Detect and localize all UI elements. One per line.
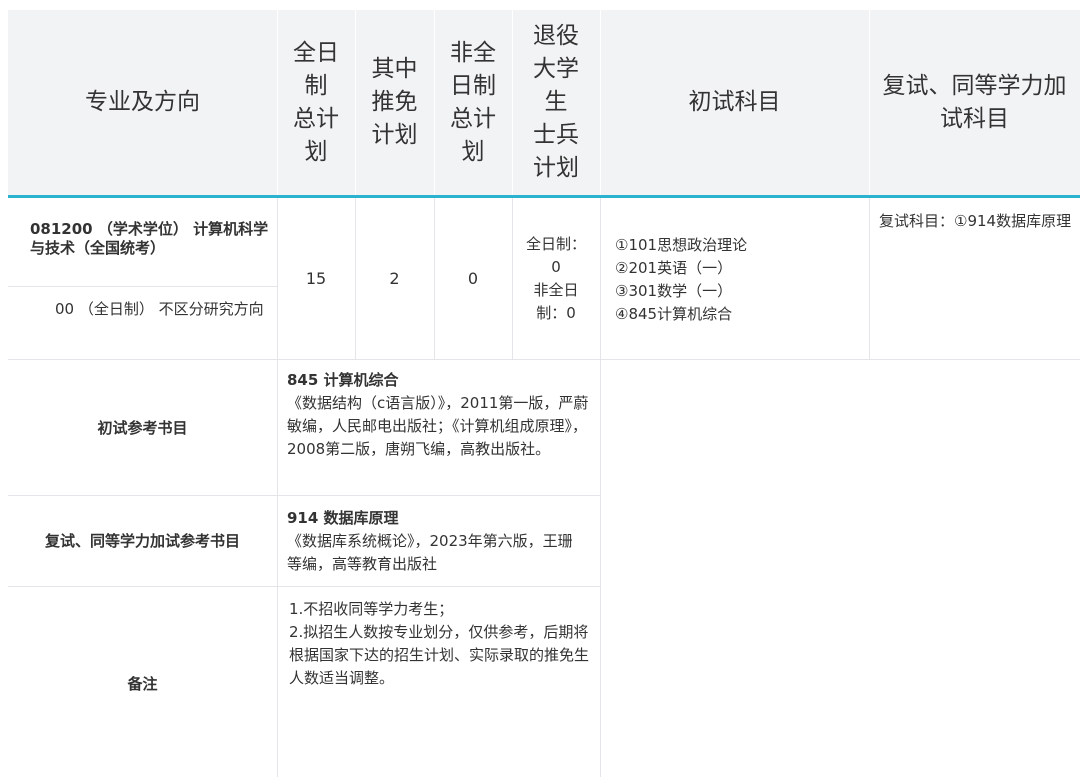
list-item: ①101思想政治理论 <box>615 236 748 254</box>
parttime-total-value: 0 <box>467 269 479 288</box>
initial-subjects-list: ①101思想政治理论 ②201英语（一） ③301数学（一） ④845计算机综合 <box>615 234 865 326</box>
header-initial-subjects: 初试科目 <box>600 10 869 195</box>
initial-books-title: 845 计算机综合 <box>287 371 399 389</box>
retest-books-label: 复试、同等学力加试参考书目 <box>44 532 240 550</box>
initial-books-label: 初试参考书目 <box>97 418 188 437</box>
major-direction: 00 （全日制） 不区分研究方向 <box>55 300 264 318</box>
major-name: 081200 （学术学位） 计算机科学与技术（全国统考） <box>30 220 269 257</box>
header-fulltime-plan: 全日 制 总计 划 <box>277 10 355 195</box>
list-item: ②201英语（一） <box>615 259 733 277</box>
remarks-label: 备注 <box>127 675 158 693</box>
remarks-content: 1.不招收同等学力考生； 2.拟招生人数按专业划分，仅供参考，后期将根据国家下达… <box>289 598 592 690</box>
list-item: ③301数学（一） <box>615 282 733 300</box>
fulltime-total-value: 15 <box>305 269 327 288</box>
header-exempt-plan: 其中 推免 计划 <box>355 10 434 195</box>
initial-books-content: 845 计算机综合 《数据结构（c语言版）》，2011第一版，严蔚敏编，人民邮电… <box>287 369 592 461</box>
exempt-value: 2 <box>389 269 400 288</box>
retest-books-title: 914 数据库原理 <box>287 509 399 527</box>
list-item: ④845计算机综合 <box>615 305 733 323</box>
header-retest-subjects: 复试、同等学力加 试科目 <box>869 10 1080 195</box>
list-item: 1.不招收同等学力考生； <box>289 600 454 618</box>
header-major: 专业及方向 <box>8 10 277 195</box>
list-item: 2.拟招生人数按专业划分，仅供参考，后期将根据国家下达的招生计划、实际录取的推免… <box>289 623 590 687</box>
veteran-plan-value: 全日制： 0 非全日 制：0 <box>525 234 586 322</box>
retest-books-content: 914 数据库原理 《数据库系统概论》，2023年第六版，王珊 等编，高等教育出… <box>287 507 592 576</box>
retest-subjects-value: 复试科目：①914数据库原理 <box>879 212 1072 230</box>
header-parttime-plan: 非全 日制 总计 划 <box>434 10 512 195</box>
header-veteran-plan: 退役 大学 生 士兵 计划 <box>512 10 600 195</box>
